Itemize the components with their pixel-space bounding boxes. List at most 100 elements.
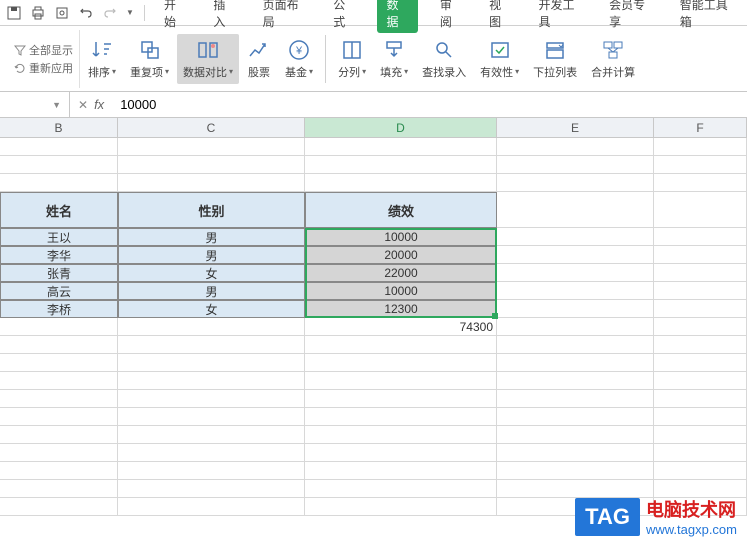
cell[interactable]: [497, 192, 654, 228]
cell[interactable]: [0, 354, 118, 372]
qa-dropdown-icon[interactable]: ▼: [126, 8, 134, 17]
reapply-button[interactable]: 重新应用: [14, 60, 73, 76]
fund-button[interactable]: ¥ 基金▾: [279, 34, 319, 84]
cell[interactable]: [0, 372, 118, 390]
fx-icon[interactable]: fx: [94, 97, 104, 112]
cell[interactable]: [118, 426, 305, 444]
cell[interactable]: [497, 174, 654, 192]
cell[interactable]: [654, 372, 747, 390]
fill-button[interactable]: 填充▾: [374, 34, 414, 84]
table-cell[interactable]: 男: [118, 282, 305, 300]
col-header-b[interactable]: B: [0, 118, 118, 137]
col-header-e[interactable]: E: [497, 118, 654, 137]
cell[interactable]: [497, 408, 654, 426]
tab-smart[interactable]: 智能工具箱: [674, 0, 739, 34]
table-cell[interactable]: 男: [118, 246, 305, 264]
cell[interactable]: [305, 174, 497, 192]
cell[interactable]: [654, 138, 747, 156]
cell[interactable]: [654, 192, 747, 228]
cell[interactable]: [654, 246, 747, 264]
cell[interactable]: [118, 174, 305, 192]
cell[interactable]: [305, 498, 497, 516]
merge-button[interactable]: 合并计算: [585, 34, 641, 84]
cell[interactable]: [654, 408, 747, 426]
cell[interactable]: [305, 336, 497, 354]
cell[interactable]: [654, 426, 747, 444]
cell[interactable]: [497, 336, 654, 354]
cell[interactable]: [305, 462, 497, 480]
formula-input[interactable]: [112, 97, 747, 112]
duplicate-button[interactable]: 重复项▾: [124, 34, 175, 84]
cell[interactable]: [0, 318, 118, 336]
cell[interactable]: [497, 138, 654, 156]
table-header-perf[interactable]: 绩效: [305, 192, 497, 228]
cell[interactable]: [118, 498, 305, 516]
dropdown-list-button[interactable]: 下拉列表: [527, 34, 583, 84]
cell[interactable]: [497, 282, 654, 300]
cell[interactable]: [497, 246, 654, 264]
cell[interactable]: [118, 354, 305, 372]
lookup-button[interactable]: 查找录入: [416, 34, 472, 84]
cell[interactable]: [0, 498, 118, 516]
cell[interactable]: [0, 174, 118, 192]
cell[interactable]: [0, 390, 118, 408]
cell[interactable]: [118, 408, 305, 426]
table-cell[interactable]: 22000: [305, 264, 497, 282]
cell[interactable]: [305, 138, 497, 156]
cell[interactable]: [118, 390, 305, 408]
cell[interactable]: [654, 228, 747, 246]
tab-review[interactable]: 审阅: [434, 0, 467, 34]
cell[interactable]: [305, 390, 497, 408]
save-icon[interactable]: [6, 5, 22, 21]
cell[interactable]: [0, 138, 118, 156]
cell[interactable]: [118, 480, 305, 498]
cell[interactable]: [118, 444, 305, 462]
cell[interactable]: [305, 156, 497, 174]
col-header-f[interactable]: F: [654, 118, 747, 137]
table-cell[interactable]: 李华: [0, 246, 118, 264]
tab-layout[interactable]: 页面布局: [257, 0, 312, 34]
cell[interactable]: [118, 372, 305, 390]
table-cell[interactable]: 10000: [305, 282, 497, 300]
cell[interactable]: [118, 336, 305, 354]
tab-member[interactable]: 会员专享: [603, 0, 658, 34]
table-header-gender[interactable]: 性别: [118, 192, 305, 228]
sum-cell[interactable]: 74300: [305, 318, 497, 336]
cell[interactable]: [0, 156, 118, 174]
tab-dev[interactable]: 开发工具: [532, 0, 587, 34]
validate-button[interactable]: 有效性▾: [474, 34, 525, 84]
cell[interactable]: [0, 408, 118, 426]
cell[interactable]: [654, 156, 747, 174]
cell[interactable]: [305, 426, 497, 444]
cell[interactable]: [497, 372, 654, 390]
undo-icon[interactable]: [78, 5, 94, 21]
cell[interactable]: [654, 336, 747, 354]
cell[interactable]: [654, 300, 747, 318]
cell[interactable]: [654, 174, 747, 192]
tab-start[interactable]: 开始: [158, 0, 191, 34]
cell[interactable]: [305, 408, 497, 426]
table-cell[interactable]: 高云: [0, 282, 118, 300]
tab-insert[interactable]: 插入: [207, 0, 240, 34]
cell[interactable]: [0, 462, 118, 480]
table-cell[interactable]: 10000: [305, 228, 497, 246]
cell[interactable]: [497, 156, 654, 174]
compare-button[interactable]: 数据对比▾: [177, 34, 239, 84]
all-show-button[interactable]: 全部显示: [14, 42, 73, 58]
table-cell[interactable]: 张青: [0, 264, 118, 282]
cell[interactable]: [497, 462, 654, 480]
table-cell[interactable]: 20000: [305, 246, 497, 264]
table-cell[interactable]: 女: [118, 300, 305, 318]
table-cell[interactable]: 李桥: [0, 300, 118, 318]
cell[interactable]: [654, 444, 747, 462]
cell[interactable]: [654, 282, 747, 300]
cell[interactable]: [497, 300, 654, 318]
cell[interactable]: [654, 318, 747, 336]
cell[interactable]: [0, 480, 118, 498]
cell[interactable]: [118, 318, 305, 336]
print-icon[interactable]: [30, 5, 46, 21]
cell[interactable]: [654, 264, 747, 282]
redo-icon[interactable]: [102, 5, 118, 21]
cell[interactable]: [497, 390, 654, 408]
cell[interactable]: [305, 480, 497, 498]
